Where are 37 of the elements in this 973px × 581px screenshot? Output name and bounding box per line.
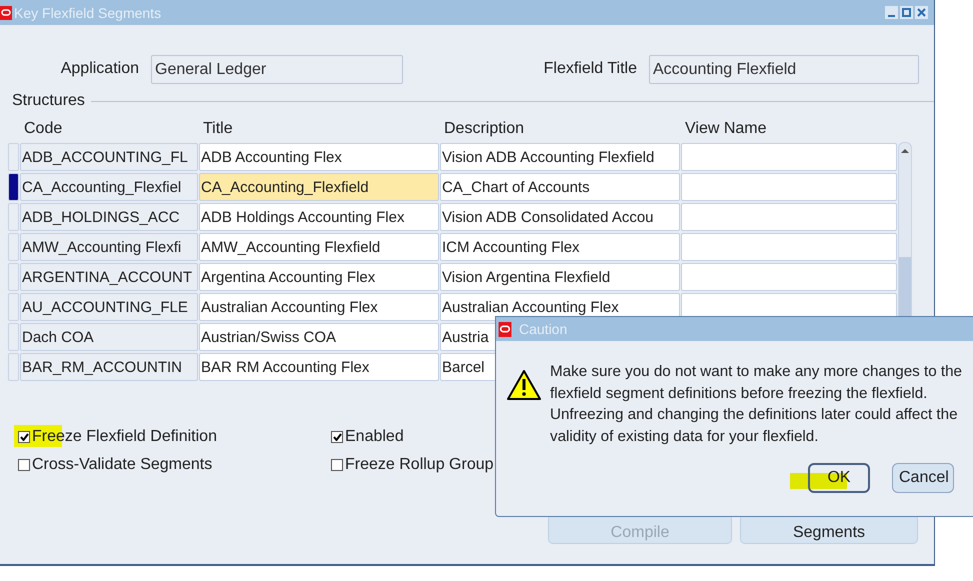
table-cell: ADB_ACCOUNTING_FL: [20, 143, 198, 171]
table-cell: ADB_HOLDINGS_ACC: [20, 203, 198, 231]
table-cell: BAR_RM_ACCOUNTIN: [20, 353, 198, 381]
table-cell: ARGENTINA_ACCOUNT: [20, 263, 198, 291]
table-cell: AU_ACCOUNTING_FLE: [20, 293, 198, 321]
table-cell: Vision Argentina Flexfield: [440, 263, 680, 291]
table-cell: ICM Accounting Flex: [440, 233, 680, 261]
table-cell: Australian Accounting Flex: [199, 293, 439, 321]
table-cell: Vision ADB Consolidated Accou: [440, 203, 680, 231]
column-header: View Name: [684, 120, 768, 139]
table-cell: Austrian/Swiss COA: [199, 323, 439, 351]
table-cell: BAR RM Accounting Flex: [199, 353, 439, 381]
table-cell: AMW_Accounting Flexfield: [199, 233, 439, 261]
dialog-title: Caution: [519, 321, 568, 337]
table-cell: ADB Holdings Accounting Flex: [199, 203, 439, 231]
checkbox-option[interactable]: Enabled: [331, 428, 531, 446]
table-cell: CA_Accounting_Flexfiel: [20, 173, 198, 201]
segments-button[interactable]: Segments: [740, 514, 918, 544]
table-cell: Argentina Accounting Flex: [199, 263, 439, 291]
section-label: Structures: [12, 92, 85, 110]
field-label: Flexfield Title: [542, 60, 637, 78]
column-header: Description: [443, 120, 526, 139]
checkbox-option[interactable]: Cross-Validate Segments: [18, 456, 331, 474]
table-cell: ADB Accounting Flex: [199, 143, 439, 171]
table-cell: Dach COA: [20, 323, 198, 351]
table-cell: Vision ADB Accounting Flexfield: [440, 143, 680, 171]
field-label: Application: [60, 60, 139, 78]
application-field[interactable]: General Ledger: [151, 54, 403, 84]
table-cell: CA_Accounting_Flexfield: [199, 173, 439, 201]
table-cell: AMW_Accounting Flexfi: [20, 233, 198, 261]
cancel-button[interactable]: Cancel: [892, 463, 954, 493]
column-header: Title: [202, 120, 234, 139]
table-cell: CA_Chart of Accounts: [440, 173, 680, 201]
checkbox-option[interactable]: Freeze Rollup Group: [331, 456, 531, 474]
column-header: Code: [23, 120, 64, 139]
flexfield-title-field[interactable]: Accounting Flexfield: [649, 54, 919, 84]
window-title: Key Flexfield Segments: [14, 4, 162, 20]
